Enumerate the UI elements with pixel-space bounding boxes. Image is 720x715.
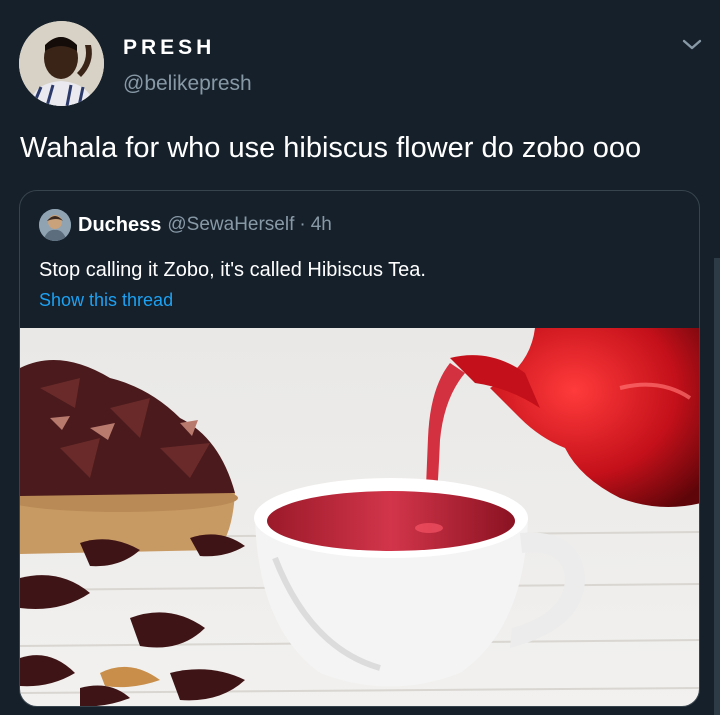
scrollbar[interactable]: [714, 258, 720, 715]
quoted-user-handle[interactable]: @SewaHerself: [167, 214, 294, 236]
display-name[interactable]: PRESH: [123, 36, 215, 60]
hibiscus-tea-photo[interactable]: [20, 328, 699, 706]
show-thread-link[interactable]: Show this thread: [39, 290, 173, 311]
quoted-tweet-text: Stop calling it Zobo, it's called Hibisc…: [39, 259, 426, 281]
avatar[interactable]: [19, 21, 104, 106]
quoted-timestamp[interactable]: 4h: [311, 214, 332, 236]
quoted-display-name[interactable]: Duchess: [78, 214, 161, 237]
separator-dot: ·: [299, 214, 306, 235]
chevron-down-icon[interactable]: [680, 36, 704, 54]
tweet-text: Wahala for who use hibiscus flower do zo…: [20, 132, 642, 164]
user-handle[interactable]: @belikepresh: [123, 72, 252, 96]
quoted-tweet-header: Duchess @SewaHerself · 4h: [39, 209, 332, 241]
quoted-tweet-card[interactable]: Duchess @SewaHerself · 4h Stop calling i…: [19, 190, 700, 707]
quoted-avatar: [39, 209, 71, 241]
